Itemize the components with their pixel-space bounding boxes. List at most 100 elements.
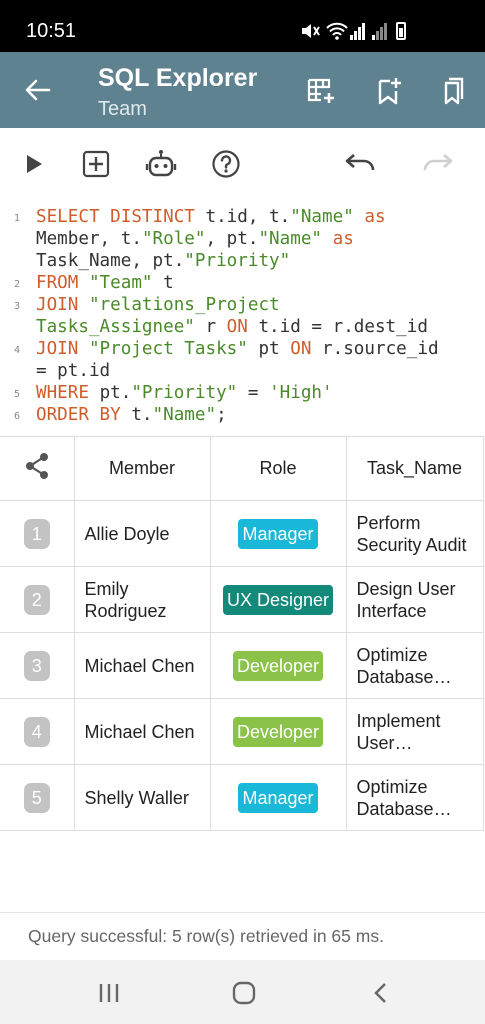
bookmarks-button[interactable]: [436, 74, 470, 108]
code-token: ORDER BY: [36, 405, 132, 425]
code-token: "Project Tasks": [88, 339, 248, 359]
role-cell[interactable]: UX Designer: [209, 566, 347, 633]
code-token: t.id, t.: [205, 207, 291, 227]
code-token: Task_Name, pt.: [36, 251, 185, 271]
code-token: r.source_id: [311, 339, 439, 359]
home-button[interactable]: [227, 976, 261, 1010]
code-token: FROM: [36, 273, 89, 293]
task-cell[interactable]: Implement User Authentication: [345, 698, 484, 765]
row-index-cell: 3: [0, 632, 75, 699]
table-add-button[interactable]: [305, 74, 339, 108]
role-cell[interactable]: Developer: [209, 698, 347, 765]
member-cell[interactable]: Allie Doyle: [73, 500, 211, 567]
task-cell[interactable]: Design User Interface: [345, 566, 484, 633]
code-token: JOIN: [36, 295, 89, 315]
signal-icon: [350, 22, 366, 45]
code-token: pt: [247, 339, 291, 359]
role-cell[interactable]: Manager: [209, 500, 347, 567]
row-index: 4: [23, 716, 50, 747]
code-line: JOIN "relations_Project: [36, 294, 476, 316]
undo-button[interactable]: [342, 146, 378, 182]
nav-back-button[interactable]: [364, 976, 398, 1010]
battery-icon: [396, 22, 406, 40]
role-chip: Developer: [232, 650, 324, 681]
bookmarks-icon: [444, 77, 464, 105]
task-cell[interactable]: Optimize Database Queries: [345, 764, 484, 831]
code-token: , pt.: [205, 229, 259, 249]
column-header-task-name[interactable]: Task_Name: [345, 436, 484, 501]
table-row[interactable]: 5 Shelly Waller Manager Optimize Databas…: [0, 764, 484, 831]
role-cell[interactable]: Developer: [209, 632, 347, 699]
play-icon: [27, 155, 42, 173]
code-token: JOIN: [36, 339, 89, 359]
code-token: r: [194, 317, 227, 337]
row-index-cell: 4: [0, 698, 75, 765]
table-row[interactable]: 3 Michael Chen Developer Optimize Databa…: [0, 632, 484, 699]
code-token: = pt.id: [36, 361, 111, 381]
redo-button[interactable]: [420, 146, 456, 182]
recent-apps-button[interactable]: [92, 976, 126, 1010]
code-line: JOIN "Project Tasks" pt ON r.source_id: [36, 338, 476, 360]
page-title: SQL Explorer: [98, 64, 258, 92]
member-cell[interactable]: Michael Chen: [73, 698, 211, 765]
member-cell[interactable]: Shelly Waller: [73, 764, 211, 831]
task-name: Optimize Database Queries: [356, 644, 434, 687]
code-token: Member, t.: [36, 229, 142, 249]
code-line: Tasks_Assignee" r ON t.id = r.dest_id: [36, 316, 476, 338]
row-index-cell: 1: [0, 500, 75, 567]
code-token: Tasks_Assignee": [36, 317, 195, 337]
member-cell[interactable]: Emily Rodriguez: [73, 566, 211, 633]
code-token: ON: [226, 317, 248, 337]
table-row[interactable]: 1 Allie Doyle Manager Perform Security A…: [0, 500, 484, 567]
role-chip: Manager: [238, 782, 318, 813]
line-number: 6: [14, 411, 21, 422]
code-token: as: [322, 229, 354, 249]
table-row[interactable]: 4 Michael Chen Developer Implement User …: [0, 698, 484, 765]
task-cell[interactable]: Perform Security Audit: [345, 500, 484, 567]
code-token: t.id = r.dest_id: [247, 317, 428, 337]
signal-2-icon: [372, 22, 388, 45]
member-cell[interactable]: Michael Chen: [73, 632, 211, 699]
wifi-icon: [326, 22, 348, 45]
code-token: "Priority": [184, 251, 291, 271]
code-token: =: [237, 383, 270, 403]
code-line: Task_Name, pt."Priority": [36, 250, 476, 272]
code-token: as: [353, 207, 386, 227]
column-header-member[interactable]: Member: [73, 436, 211, 501]
status-bar: 10:51: [0, 0, 485, 52]
share-icon: [25, 453, 48, 479]
code-line: = pt.id: [36, 360, 476, 382]
table-row[interactable]: 2 Emily Rodriguez UX Designer Design Use…: [0, 566, 484, 633]
code-token: pt.: [99, 383, 132, 403]
row-index-cell: 2: [0, 566, 75, 633]
home-icon: [232, 981, 256, 1005]
mute-icon: [300, 22, 320, 45]
add-button[interactable]: [78, 146, 114, 182]
code-token: t: [152, 273, 174, 293]
run-button[interactable]: [16, 146, 52, 182]
role-chip: Developer: [232, 716, 324, 747]
code-line: Member, t."Role", pt."Name" as: [36, 228, 476, 250]
column-header-role[interactable]: Role: [209, 436, 347, 501]
sql-editor[interactable]: 1 SELECT DISTINCT t.id, t."Name" as Memb…: [0, 204, 485, 434]
undo-icon: [345, 154, 375, 171]
share-button[interactable]: [0, 436, 75, 501]
recent-apps-icon: [99, 984, 119, 1002]
role-cell[interactable]: Manager: [209, 764, 347, 831]
task-cell[interactable]: Optimize Database Queries: [345, 632, 484, 699]
line-number: 3: [14, 301, 21, 312]
bookmark-add-button[interactable]: [372, 74, 406, 108]
back-button[interactable]: [18, 72, 58, 108]
task-name: Perform Security Audit: [356, 512, 467, 555]
help-button[interactable]: [208, 146, 244, 182]
system-nav-bar: [0, 960, 485, 1024]
code-token: "Priority": [131, 383, 238, 403]
status-time: 10:51: [26, 20, 77, 42]
task-name: Design User Interface: [356, 578, 456, 621]
query-status-text: Query successful: 5 row(s) retrieved in …: [28, 926, 384, 946]
robot-icon: [145, 150, 177, 177]
code-token: "relations_Project: [88, 295, 280, 315]
table-add-icon: [307, 78, 334, 103]
ai-assistant-button[interactable]: [143, 146, 179, 182]
row-index: 5: [23, 782, 50, 813]
